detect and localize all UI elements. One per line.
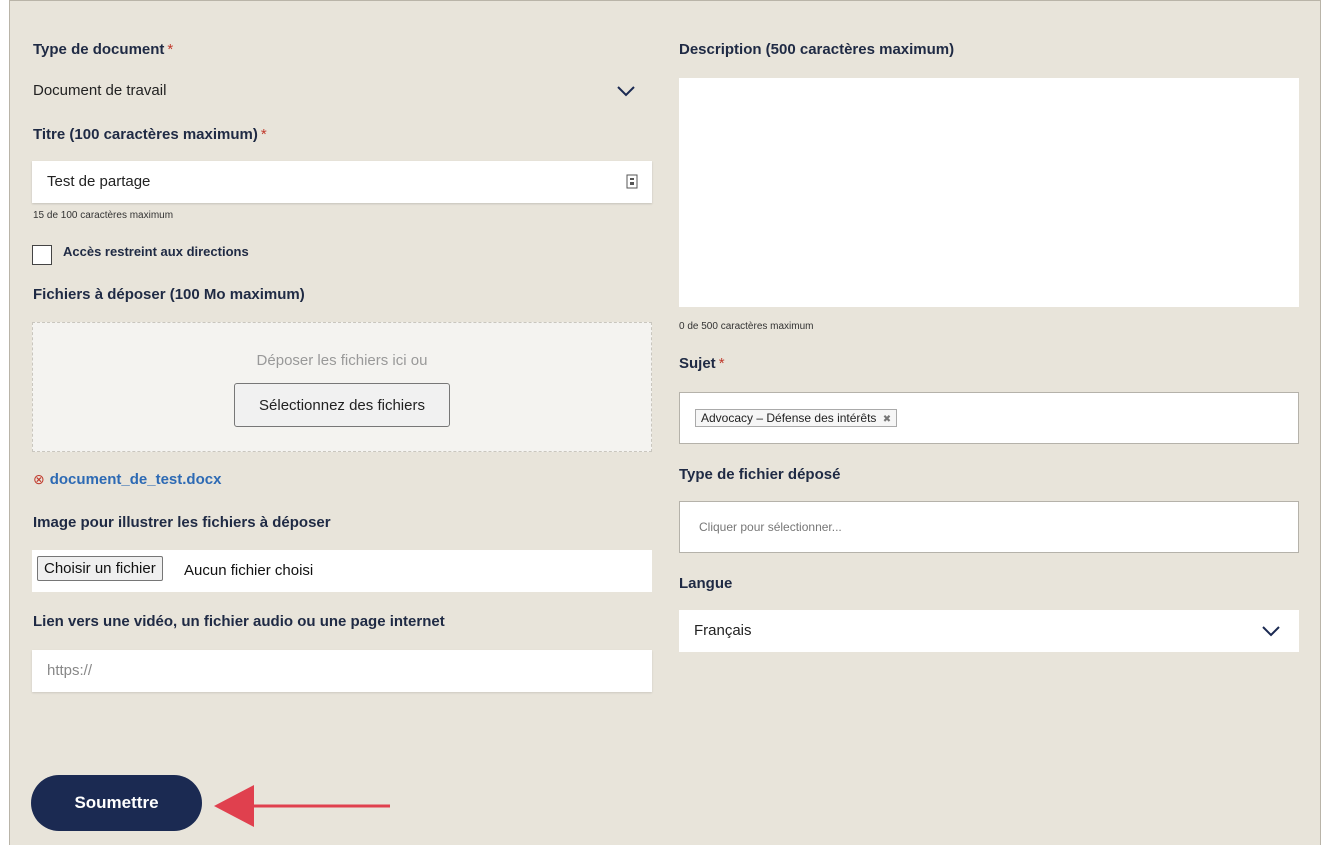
- uploaded-file-item: ⊗ document_de_test.docx: [33, 471, 221, 488]
- select-files-button[interactable]: Sélectionnez des fichiers: [234, 383, 450, 427]
- image-file-input[interactable]: Choisir un fichier Aucun fichier choisi: [32, 550, 652, 592]
- image-file-status: Aucun fichier choisi: [184, 562, 314, 579]
- link-input[interactable]: https://: [32, 650, 652, 692]
- choose-file-button[interactable]: Choisir un fichier: [37, 556, 163, 581]
- restricted-checkbox[interactable]: [32, 245, 52, 265]
- link-placeholder: https://: [47, 662, 93, 679]
- document-form: Type de document * Document de travail Ti…: [9, 0, 1321, 845]
- field-icon: [626, 174, 638, 194]
- submit-button[interactable]: Soumettre: [31, 775, 202, 831]
- subject-label: Sujet *: [679, 355, 725, 372]
- file-dropzone[interactable]: Déposer les fichiers ici ou Sélectionnez…: [32, 322, 652, 452]
- subject-tag: Advocacy – Défense des intérêts ✖: [695, 409, 898, 427]
- subject-multiselect[interactable]: Advocacy – Défense des intérêts ✖: [679, 392, 1299, 444]
- title-counter: 15 de 100 caractères maximum: [33, 210, 174, 221]
- doc-type-label: Type de document *: [33, 41, 174, 58]
- title-input[interactable]: Test de partage: [32, 161, 652, 203]
- dropzone-text: Déposer les fichiers ici ou: [256, 352, 428, 369]
- chevron-down-icon: [616, 85, 636, 97]
- description-textarea[interactable]: [679, 78, 1299, 307]
- file-type-label: Type de fichier déposé: [679, 466, 841, 483]
- files-label: Fichiers à déposer (100 Mo maximum): [33, 286, 305, 303]
- language-select[interactable]: Français: [679, 610, 1299, 652]
- image-label: Image pour illustrer les fichiers à dépo…: [33, 514, 331, 531]
- language-value: Français: [694, 622, 752, 639]
- doc-type-value: Document de travail: [33, 82, 167, 99]
- title-input-value: Test de partage: [47, 173, 151, 190]
- description-counter: 0 de 500 caractères maximum: [679, 321, 814, 332]
- subject-tag-label: Advocacy – Défense des intérêts: [701, 411, 877, 425]
- description-label: Description (500 caractères maximum): [679, 41, 955, 58]
- uploaded-file-link[interactable]: document_de_test.docx: [50, 471, 222, 488]
- doc-type-select[interactable]: Document de travail: [33, 75, 643, 105]
- file-type-select[interactable]: Cliquer pour sélectionner...: [679, 501, 1299, 553]
- remove-file-icon[interactable]: ⊗: [33, 471, 45, 488]
- restricted-label: Accès restreint aux directions: [63, 244, 249, 259]
- title-label: Titre (100 caractères maximum) *: [33, 126, 267, 143]
- chevron-down-icon: [1261, 625, 1281, 637]
- link-label: Lien vers une vidéo, un fichier audio ou…: [33, 613, 445, 630]
- tag-remove-icon[interactable]: ✖: [883, 414, 891, 425]
- file-type-placeholder: Cliquer pour sélectionner...: [699, 520, 842, 534]
- language-label: Langue: [679, 575, 733, 592]
- arrow-annotation: [214, 783, 390, 834]
